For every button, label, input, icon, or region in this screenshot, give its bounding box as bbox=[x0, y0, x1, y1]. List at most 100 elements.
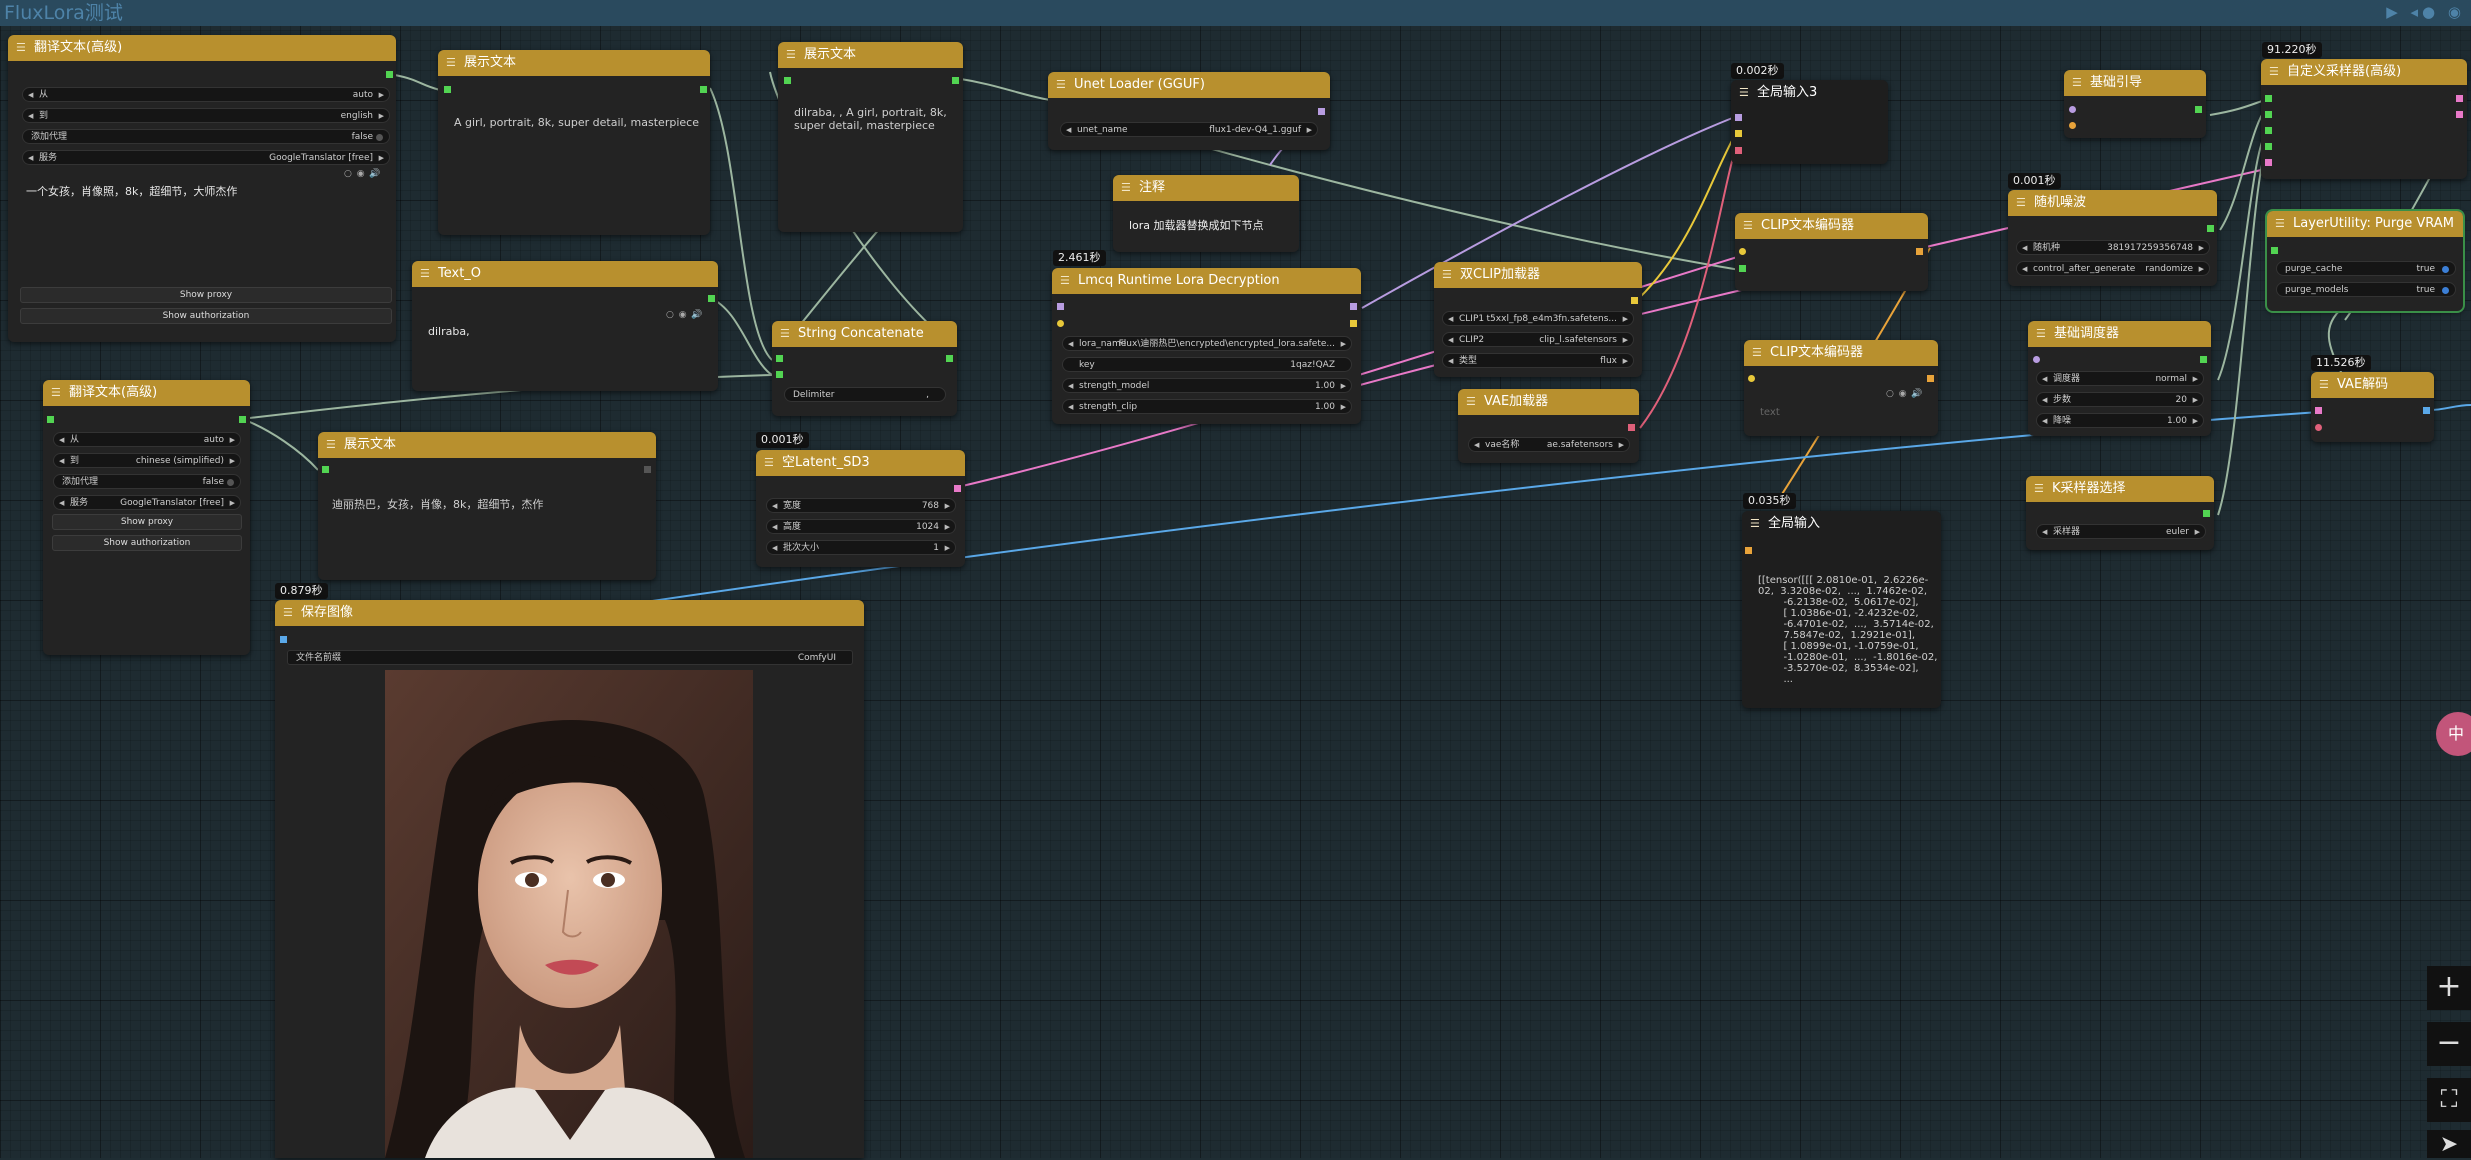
output-port[interactable] bbox=[1916, 248, 1923, 255]
node-empty-latent-sd3[interactable]: 空Latent_SD3 ◀宽度768▶ ◀高度1024▶ ◀批次大小1▶ bbox=[756, 450, 965, 567]
unet-name-combo[interactable]: ◀ unet_name flux1-dev-Q4_1.gguf ▶ bbox=[1060, 122, 1318, 137]
clip2-combo[interactable]: ◀ CLIP2 clip_l.safetensors ▶ bbox=[1442, 332, 1634, 347]
to-combo[interactable]: ◀ 到 chinese (simplified) ▶ bbox=[53, 453, 241, 468]
input-port[interactable] bbox=[2271, 247, 2278, 254]
node-title[interactable]: 展示文本 bbox=[778, 42, 963, 68]
output-port[interactable] bbox=[708, 295, 715, 302]
node-title[interactable]: VAE加载器 bbox=[1458, 389, 1639, 415]
input-port[interactable] bbox=[776, 371, 783, 378]
node-layerutility-purge-vram[interactable]: LayerUtility: Purge VRAM purge_cachetrue… bbox=[2265, 209, 2465, 313]
output-port[interactable] bbox=[1350, 320, 1357, 327]
node-basic-guider[interactable]: 基础引导 bbox=[2064, 70, 2206, 138]
input-port[interactable] bbox=[776, 355, 783, 362]
node-title[interactable]: 注释 bbox=[1113, 175, 1299, 201]
run-controls[interactable]: ▶ ◂● ◉ bbox=[2386, 3, 2465, 21]
control-after-generate-combo[interactable]: ◀ control_after_generate randomize ▶ bbox=[2016, 261, 2210, 276]
input-port[interactable] bbox=[1735, 114, 1742, 121]
output-port[interactable] bbox=[946, 355, 953, 362]
input-port[interactable] bbox=[2069, 122, 2076, 129]
node-translate-advanced-1[interactable]: 翻译文本(高级) ◀从auto▶ ◀到english▶ 添加代理false ◀服… bbox=[8, 35, 396, 342]
purge-models-toggle[interactable]: purge_models true bbox=[2276, 282, 2456, 297]
clip1-combo[interactable]: ◀ CLIP1 t5xxl_fp8_e4m3fn.safetens... ▶ bbox=[1442, 311, 1634, 326]
source-text[interactable]: 一个女孩，肖像照，8k，超细节，大师杰作 bbox=[26, 185, 386, 198]
node-clip-text-encode-2[interactable]: CLIP文本编码器 ○ ◉ 🔊 text bbox=[1744, 340, 1938, 436]
proxy-toggle[interactable]: 添加代理 false bbox=[53, 474, 241, 489]
node-unet-loader-gguf[interactable]: Unet Loader (GGUF) ◀unet_nameflux1-dev-Q… bbox=[1048, 72, 1330, 150]
input-port[interactable] bbox=[1057, 320, 1064, 327]
node-dual-clip-loader[interactable]: 双CLIP加载器 ◀CLIP1t5xxl_fp8_e4m3fn.safetens… bbox=[1434, 262, 1642, 377]
node-title[interactable]: Unet Loader (GGUF) bbox=[1048, 72, 1330, 98]
node-title[interactable]: 空Latent_SD3 bbox=[756, 450, 965, 476]
output-port[interactable] bbox=[954, 485, 961, 492]
proxy-toggle[interactable]: 添加代理 false bbox=[22, 129, 390, 144]
node-lmcq-runtime-lora-decryption[interactable]: Lmcq Runtime Lora Decryption ◀lora_nameF… bbox=[1052, 268, 1361, 424]
input-port[interactable] bbox=[784, 77, 791, 84]
strength-model-number[interactable]: ◀ strength_model 1.00 ▶ bbox=[1062, 378, 1352, 393]
service-combo[interactable]: ◀ 服务 GoogleTranslator [free] ▶ bbox=[22, 150, 390, 165]
node-show-text-3[interactable]: 展示文本 迪丽热巴，女孩，肖像，8k，超细节，杰作 bbox=[318, 432, 656, 580]
node-show-text-2[interactable]: 展示文本 dilraba, , A girl, portrait, 8k, su… bbox=[778, 42, 963, 232]
output-port[interactable] bbox=[2203, 510, 2210, 517]
input-port[interactable] bbox=[1748, 375, 1755, 382]
input-port[interactable] bbox=[2265, 127, 2272, 134]
node-title[interactable]: VAE解码 bbox=[2311, 372, 2434, 398]
input-port[interactable] bbox=[1739, 248, 1746, 255]
node-translate-advanced-2[interactable]: 翻译文本(高级) ◀从auto▶ ◀到chinese (simplified)▶… bbox=[43, 380, 250, 655]
show-authorization-button[interactable]: Show authorization bbox=[52, 535, 242, 551]
node-title[interactable]: String Concatenate bbox=[772, 321, 957, 347]
output-port[interactable] bbox=[2207, 225, 2214, 232]
input-port[interactable] bbox=[322, 466, 329, 473]
input-port[interactable] bbox=[1057, 303, 1064, 310]
text-input[interactable]: text bbox=[1760, 406, 1780, 419]
output-port[interactable] bbox=[952, 77, 959, 84]
vae-name-combo[interactable]: ◀ vae名称 ae.safetensors ▶ bbox=[1468, 437, 1630, 452]
output-port[interactable] bbox=[2423, 407, 2430, 414]
node-title[interactable]: 翻译文本(高级) bbox=[43, 380, 250, 406]
node-title[interactable]: 自定义采样器(高级) bbox=[2261, 59, 2467, 85]
output-port[interactable] bbox=[386, 71, 393, 78]
node-title[interactable]: 保存图像 bbox=[275, 600, 864, 626]
node-title[interactable]: Lmcq Runtime Lora Decryption bbox=[1052, 268, 1361, 294]
node-title[interactable]: 基础引导 bbox=[2064, 70, 2206, 96]
node-title[interactable]: 双CLIP加载器 bbox=[1434, 262, 1642, 288]
to-combo[interactable]: ◀ 到 english ▶ bbox=[22, 108, 390, 123]
input-port[interactable] bbox=[2265, 159, 2272, 166]
node-title[interactable]: 全局输入 bbox=[1742, 511, 1941, 537]
node-title[interactable]: 随机噪波 bbox=[2008, 190, 2217, 216]
input-port[interactable] bbox=[2069, 106, 2076, 113]
node-sampler-custom-advanced[interactable]: 自定义采样器(高级) bbox=[2261, 59, 2467, 179]
service-combo[interactable]: ◀ 服务 GoogleTranslator [free] ▶ bbox=[53, 495, 241, 510]
input-port[interactable] bbox=[1745, 547, 1752, 554]
strength-clip-number[interactable]: ◀ strength_clip 1.00 ▶ bbox=[1062, 399, 1352, 414]
text-toolbar-icons[interactable]: ○ ◉ 🔊 bbox=[666, 310, 704, 320]
node-title[interactable]: Text_O bbox=[412, 261, 718, 287]
input-port[interactable] bbox=[1739, 265, 1746, 272]
node-title[interactable]: 基础调度器 bbox=[2028, 321, 2211, 347]
node-clip-text-encode-1[interactable]: CLIP文本编码器 bbox=[1735, 213, 1928, 291]
input-port[interactable] bbox=[1735, 147, 1742, 154]
input-port[interactable] bbox=[2265, 143, 2272, 150]
output-port[interactable] bbox=[1350, 303, 1357, 310]
sampler-name-combo[interactable]: ◀ 采样器 euler ▶ bbox=[2036, 524, 2206, 539]
batch-size-number[interactable]: ◀ 批次大小 1 ▶ bbox=[766, 540, 956, 555]
input-port[interactable] bbox=[1735, 130, 1742, 137]
output-port[interactable] bbox=[1628, 424, 1635, 431]
purge-cache-toggle[interactable]: purge_cache true bbox=[2276, 261, 2456, 276]
send-icon[interactable]: ➤ bbox=[2427, 1130, 2471, 1158]
input-port[interactable] bbox=[2033, 356, 2040, 363]
key-field[interactable]: key 1qaz!QAZ bbox=[1062, 357, 1352, 372]
node-ksampler-select[interactable]: K采样器选择 ◀采样器euler▶ bbox=[2026, 476, 2214, 550]
zoom-out-button[interactable]: − bbox=[2427, 1022, 2471, 1066]
scheduler-combo[interactable]: ◀ 调度器 normal ▶ bbox=[2036, 371, 2204, 386]
output-port[interactable] bbox=[2456, 111, 2463, 118]
input-port[interactable] bbox=[2315, 407, 2322, 414]
node-title[interactable]: K采样器选择 bbox=[2026, 476, 2214, 502]
show-proxy-button[interactable]: Show proxy bbox=[20, 287, 392, 303]
node-vae-loader[interactable]: VAE加载器 ◀vae名称ae.safetensors▶ bbox=[1458, 389, 1639, 463]
from-combo[interactable]: ◀ 从 auto ▶ bbox=[22, 87, 390, 102]
node-show-text-1[interactable]: 展示文本 A girl, portrait, 8k, super detail,… bbox=[438, 50, 710, 235]
height-number[interactable]: ◀ 高度 1024 ▶ bbox=[766, 519, 956, 534]
node-basic-scheduler[interactable]: 基础调度器 ◀调度器normal▶ ◀步数20▶ ◀降噪1.00▶ bbox=[2028, 321, 2211, 436]
lora-name-combo[interactable]: ◀ lora_name Flux\迪丽热巴\encrypted\encrypted_… bbox=[1062, 336, 1352, 351]
output-port[interactable] bbox=[644, 466, 651, 473]
